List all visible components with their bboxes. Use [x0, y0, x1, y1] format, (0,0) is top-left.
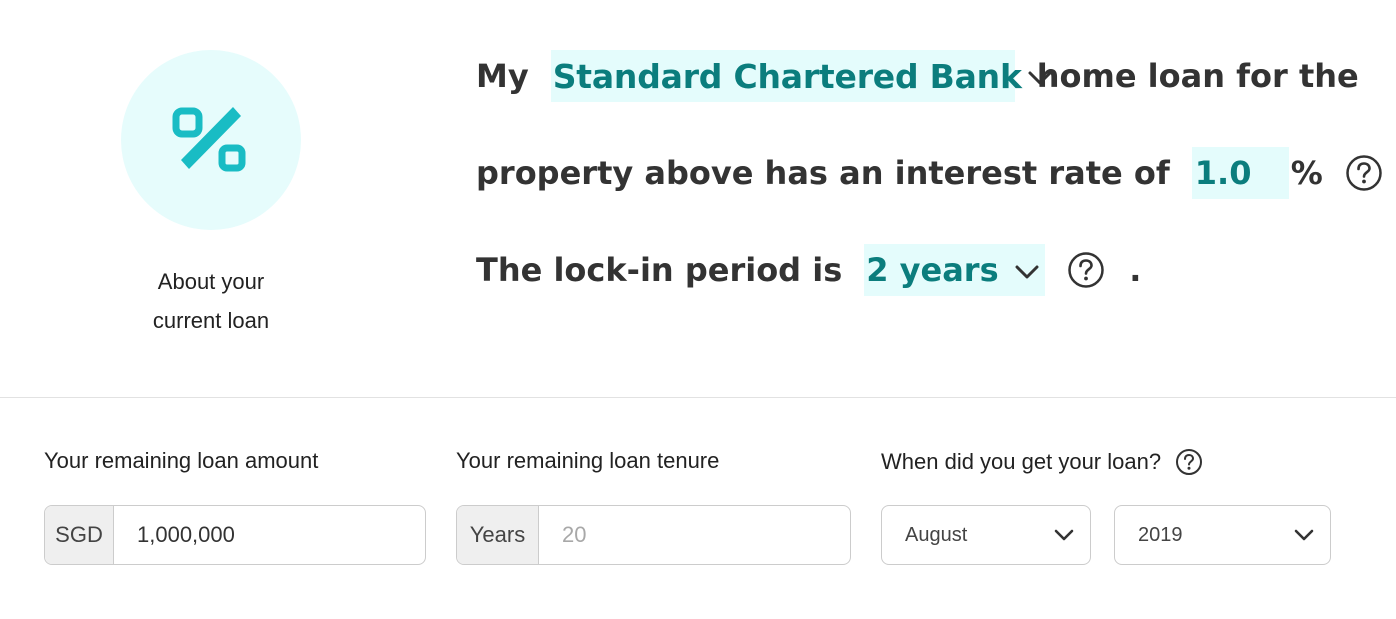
chevron-down-icon: [1054, 529, 1074, 541]
loan-amount-label: Your remaining loan amount: [44, 448, 319, 473]
interest-rate-value: 1.0: [1194, 154, 1252, 192]
sentence-text-lock-in: The lock-in period is: [476, 251, 843, 289]
interest-rate-help-icon[interactable]: [1345, 154, 1383, 192]
percent-icon: [172, 107, 246, 172]
sentence-period: .: [1129, 251, 1142, 289]
bank-select-value: Standard Chartered Bank: [552, 56, 1022, 96]
loan-tenure-label: Your remaining loan tenure: [456, 448, 720, 473]
loan-date-label-row: When did you get your loan?: [881, 448, 1203, 476]
sentence-text-interest: property above has an interest rate of: [476, 154, 1170, 192]
loan-year-value: 2019: [1138, 523, 1183, 546]
loan-date-help-icon[interactable]: [1175, 448, 1203, 476]
lock-in-select[interactable]: 2 years: [864, 244, 1046, 296]
interest-rate-input[interactable]: 1.0: [1191, 147, 1289, 199]
sentence-line-1: My Standard Chartered Bank home loan for…: [476, 50, 1359, 102]
loan-tenure-input[interactable]: [539, 506, 850, 564]
currency-addon: SGD: [45, 506, 114, 564]
loan-date-label: When did you get your loan?: [881, 449, 1162, 474]
percent-icon-badge: [121, 50, 301, 230]
chevron-down-icon: [1294, 529, 1314, 541]
section-label: About your current loan: [111, 262, 311, 340]
sentence-text-my: My: [476, 57, 529, 95]
section-label-line1: About your: [157, 269, 265, 294]
lock-in-select-value: 2 years: [866, 251, 999, 289]
current-loan-section: About your current loan My Standard Char…: [0, 0, 1396, 397]
section-label-line2: current loan: [152, 308, 270, 333]
sentence-line-3: The lock-in period is 2 years .: [476, 244, 1141, 296]
loan-month-value: August: [905, 523, 968, 546]
help-icon: [1346, 155, 1382, 191]
help-icon: [1176, 449, 1203, 475]
bank-select[interactable]: Standard Chartered Bank: [550, 50, 1052, 102]
loan-year-select[interactable]: 2019: [1114, 505, 1331, 565]
help-icon: [1068, 252, 1104, 288]
sentence-text-home-loan: home loan for the: [1036, 57, 1359, 95]
years-addon: Years: [457, 506, 539, 564]
chevron-down-icon: [1015, 265, 1039, 279]
loan-tenure-group: Years: [456, 505, 851, 565]
loan-amount-group: SGD: [44, 505, 426, 565]
sentence-line-2: property above has an interest rate of 1…: [476, 147, 1396, 199]
percent-sign: %: [1290, 154, 1323, 192]
loan-amount-input[interactable]: [114, 506, 425, 564]
lock-in-help-icon[interactable]: [1067, 251, 1105, 289]
loan-details-form: Your remaining loan amount SGD Your rema…: [0, 398, 1396, 619]
loan-month-select[interactable]: August: [881, 505, 1091, 565]
